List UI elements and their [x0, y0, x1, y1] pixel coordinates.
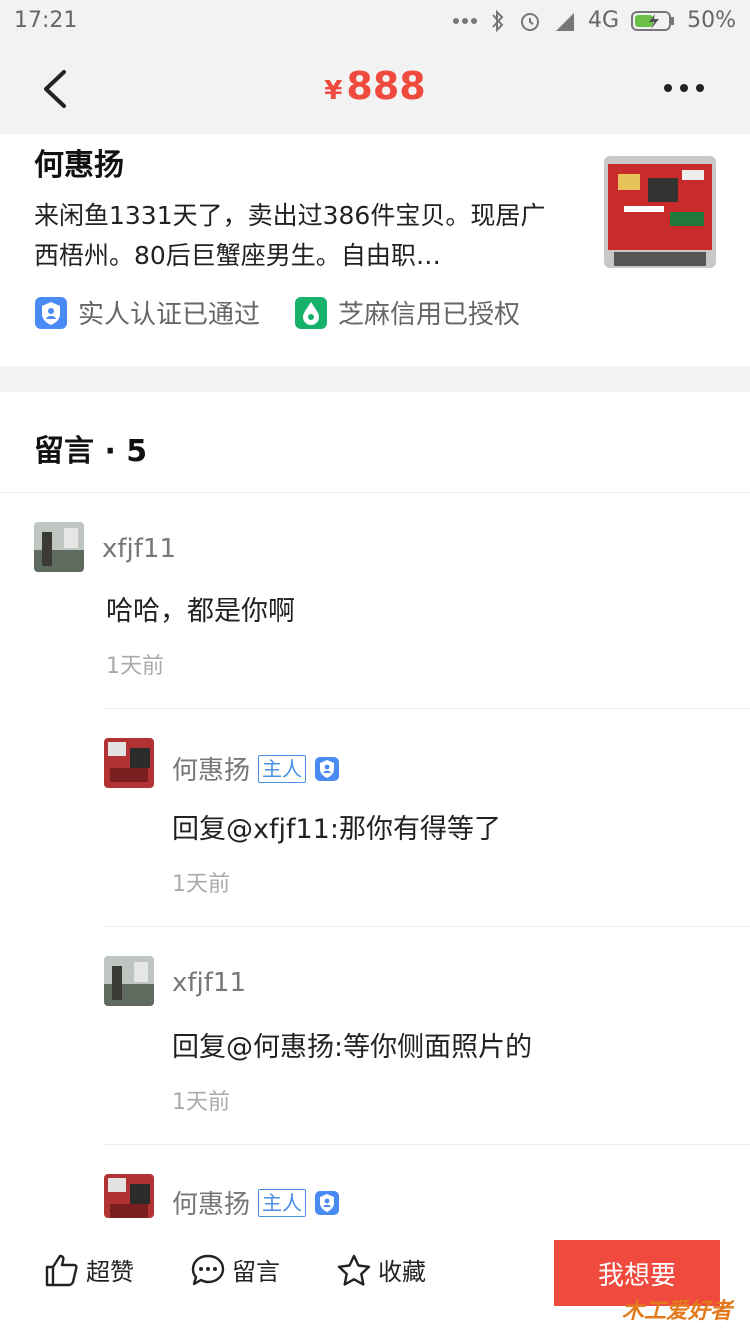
- person-verified-icon: [315, 1190, 340, 1215]
- watermark-logo: 木工爱好者: [621, 1299, 732, 1324]
- comment-separator: [104, 926, 750, 927]
- comment-time: 1天前: [172, 872, 230, 897]
- chat-bubble-icon: [191, 1254, 225, 1285]
- username-text: 何惠扬: [172, 1190, 251, 1220]
- item-thumbnail[interactable]: [604, 156, 716, 268]
- comment-username[interactable]: 何惠扬 主人: [172, 750, 340, 787]
- owner-tag: 主人: [258, 754, 307, 783]
- favorite-button[interactable]: 收藏: [336, 1252, 426, 1287]
- network-label: 4G: [588, 8, 620, 33]
- bottom-action-bar: 超赞 留言 收藏 我想要 木工爱好者: [0, 1218, 750, 1333]
- avatar[interactable]: [104, 1174, 154, 1218]
- currency-symbol: ¥: [324, 76, 343, 106]
- comment-text: 回复@何惠扬:等你侧面照片的: [172, 1032, 533, 1063]
- status-bar: 17:21 4G 50%: [0, 0, 750, 44]
- more-dots-icon: [453, 17, 478, 24]
- status-time: 17:21: [14, 8, 78, 33]
- avatar[interactable]: [34, 522, 84, 572]
- status-icons: 4G 50%: [452, 8, 736, 33]
- seller-name[interactable]: 何惠扬: [34, 140, 124, 184]
- badge-sesame-credit-label: 芝麻信用已授权: [338, 300, 521, 330]
- person-verified-icon: [315, 756, 340, 781]
- comment-username[interactable]: xfjf11: [102, 534, 176, 564]
- seller-description: 来闲鱼1331天了，卖出过386件宝贝。现居广西梧州。80后巨蟹座男生。自由职…: [34, 201, 546, 270]
- person-verified-icon: [35, 296, 67, 329]
- more-icon[interactable]: [662, 80, 706, 96]
- item-price: ¥888: [0, 64, 750, 108]
- comment-separator: [104, 708, 750, 709]
- comment-text: 哈哈，都是你啊: [106, 596, 295, 627]
- alarm-icon: [521, 12, 540, 31]
- price-amount: 888: [346, 64, 426, 108]
- comments-title: 留言 · 5: [34, 434, 148, 469]
- username-text: xfjf11: [102, 534, 177, 564]
- comments-divider: [0, 492, 750, 493]
- sesame-credit-icon: [295, 296, 328, 329]
- star-icon: [337, 1254, 371, 1286]
- bluetooth-icon: [492, 9, 504, 32]
- comment-username[interactable]: xfjf11: [172, 968, 246, 998]
- comment-button[interactable]: 留言: [190, 1252, 280, 1287]
- seller-card[interactable]: 何惠扬 来闲鱼1331天了，卖出过386件宝贝。现居广西梧州。80后巨蟹座男生。…: [0, 134, 750, 366]
- owner-tag: 主人: [258, 1188, 307, 1217]
- username-text: xfjf11: [172, 968, 247, 998]
- comment-separator: [104, 1144, 750, 1145]
- badge-sesame-credit[interactable]: 芝麻信用已授权: [294, 294, 520, 331]
- avatar[interactable]: [104, 956, 154, 1006]
- comment-username[interactable]: 何惠扬 主人: [172, 1184, 340, 1221]
- thumbs-up-icon: [45, 1254, 78, 1286]
- battery-charging-icon: [631, 10, 675, 31]
- signal-icon: [556, 12, 575, 31]
- top-nav-bar: ¥888: [0, 44, 750, 134]
- comment-text: 回复@xfjf11:那你有得等了: [172, 814, 501, 845]
- comment-time: 1天前: [106, 654, 164, 679]
- comment-time: 1天前: [172, 1090, 230, 1115]
- favorite-label: 收藏: [378, 1258, 426, 1286]
- badge-real-person[interactable]: 实人认证已通过: [34, 294, 260, 331]
- like-label: 超赞: [86, 1258, 134, 1286]
- seller-badges: 实人认证已通过 芝麻信用已授权: [34, 294, 520, 331]
- badge-real-person-label: 实人认证已通过: [78, 300, 261, 330]
- section-divider: [0, 366, 750, 392]
- username-text: 何惠扬: [172, 756, 251, 786]
- comment-label: 留言: [232, 1258, 280, 1286]
- battery-level: 50%: [687, 8, 736, 33]
- like-button[interactable]: 超赞: [44, 1252, 134, 1287]
- avatar[interactable]: [104, 738, 154, 788]
